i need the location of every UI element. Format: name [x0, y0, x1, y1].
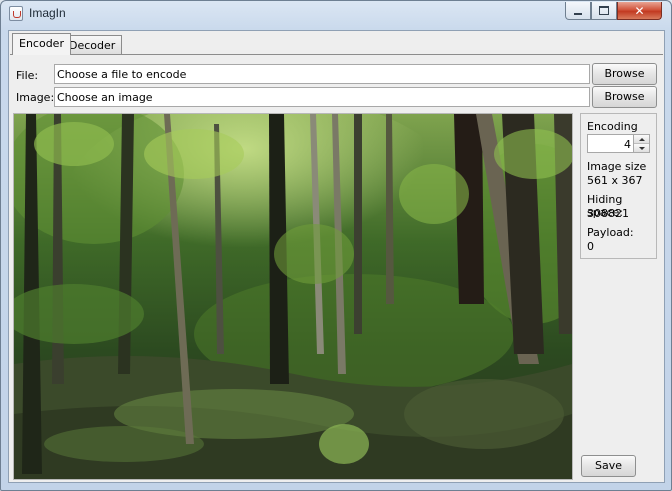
close-button[interactable]: ✕	[617, 2, 662, 20]
browse-image-button[interactable]: Browse	[592, 86, 657, 108]
browse-file-button[interactable]: Browse	[592, 63, 657, 85]
spinner-arrows	[633, 135, 649, 152]
file-label: File:	[16, 69, 39, 82]
maximize-icon	[599, 6, 609, 15]
close-icon: ✕	[634, 3, 645, 18]
arrow-up-icon	[638, 137, 645, 141]
payload-value: 0	[587, 240, 594, 253]
image-field[interactable]: Choose an image	[54, 87, 590, 107]
tab-encoder[interactable]: Encoder	[12, 33, 71, 55]
maximize-button[interactable]	[591, 2, 617, 20]
hiding-space-value: 308821	[587, 207, 629, 220]
spinner-up-button[interactable]	[634, 135, 649, 144]
file-field[interactable]: Choose a file to encode	[54, 64, 590, 84]
spinner-down-button[interactable]	[634, 144, 649, 152]
arrow-down-icon	[638, 146, 645, 150]
title-bar[interactable]: ImagIn ✕	[1, 1, 671, 27]
image-size-value: 561 x 367	[587, 174, 643, 187]
java-cup-icon[interactable]	[9, 6, 23, 21]
window-title: ImagIn	[29, 6, 66, 20]
forest-photo	[14, 114, 572, 479]
encoding-bits-value[interactable]: 4	[624, 138, 631, 151]
app-window: ImagIn ✕ Encoder Decoder File: Choose a …	[0, 0, 672, 491]
encoding-bits-spinner[interactable]: 4	[587, 134, 650, 153]
minimize-icon	[574, 12, 582, 15]
minimize-button[interactable]	[565, 2, 591, 20]
save-button[interactable]: Save	[581, 455, 636, 477]
encoder-panel: File: Choose a file to encode Browse Ima…	[10, 54, 663, 482]
image-preview	[13, 113, 573, 480]
encoding-info-panel: Encoding bits 4 Image size 561 x 367 Hid…	[580, 113, 657, 259]
tab-decoder[interactable]: Decoder	[62, 35, 123, 55]
payload-label: Payload:	[587, 226, 634, 239]
content-pane: Encoder Decoder File: Choose a file to e…	[8, 30, 665, 483]
image-size-label: Image size	[587, 160, 647, 173]
image-label: Image:	[16, 91, 55, 104]
